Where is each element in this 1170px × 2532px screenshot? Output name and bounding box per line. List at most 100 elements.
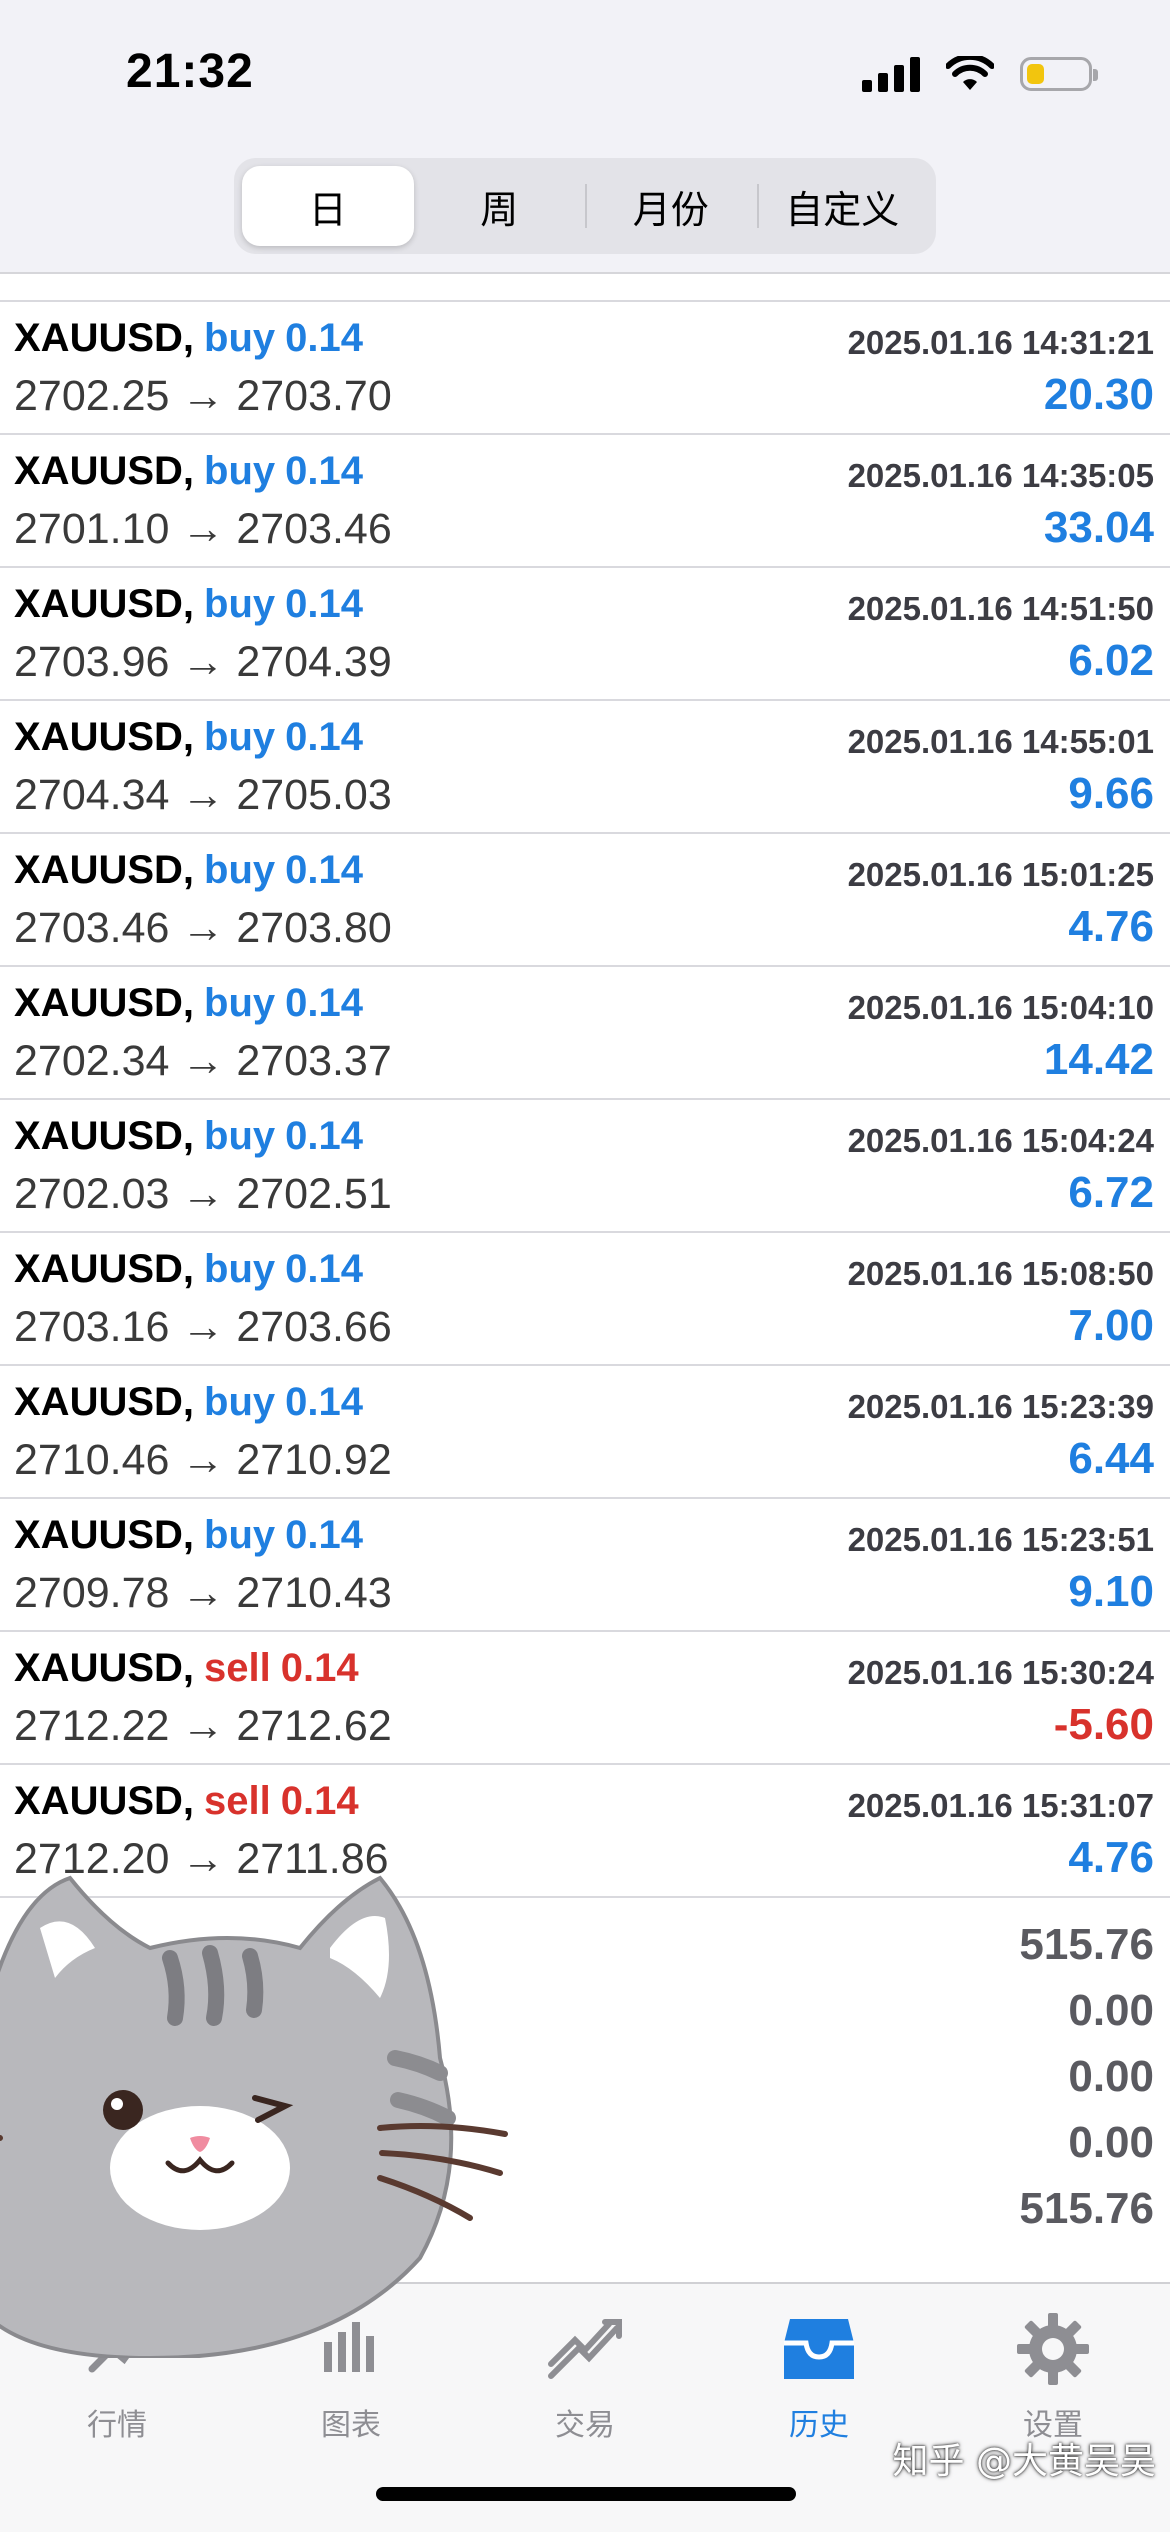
trade-rows: XAUUSD, buy 0.14 2025.01.16 14:31:21 2702.25… [0, 302, 1170, 1898]
trade-side: buy [204, 1513, 276, 1557]
trade-row[interactable]: XAUUSD, buy 0.14 2025.01.16 14:51:50 2703.96… [0, 568, 1170, 701]
trade-profit: 6.02 [1068, 636, 1154, 685]
trade-title: XAUUSD, buy 0.14 [14, 449, 363, 494]
trade-title: XAUUSD, buy 0.14 [14, 1380, 363, 1425]
trade-profit: 7.00 [1068, 1301, 1154, 1350]
trade-volume: 0.14 [285, 1114, 364, 1158]
trade-side: buy [204, 1114, 276, 1158]
trade-volume: 0.14 [285, 1380, 364, 1424]
trade-symbol: XAUUSD, [14, 1380, 195, 1424]
trade-volume: 0.14 [285, 715, 364, 759]
period-segmented-control: 日周月份 自定义 [234, 158, 936, 254]
cellular-signal-icon [862, 56, 920, 92]
battery-level [1027, 64, 1044, 84]
trade-title: XAUUSD, buy 0.14 [14, 715, 363, 760]
trade-title: XAUUSD, buy 0.14 [14, 316, 363, 361]
trade-profit: 6.72 [1068, 1168, 1154, 1217]
trade-symbol: XAUUSD, [14, 449, 195, 493]
trade-profit: 9.10 [1068, 1567, 1154, 1616]
trade-prices: 2703.46 → 2703.80 [14, 904, 392, 952]
trade-row[interactable]: XAUUSD, buy 0.14 2025.01.16 15:04:10 2702.34… [0, 967, 1170, 1100]
trade-volume: 0.14 [285, 848, 364, 892]
period-tab-2[interactable]: 月份 [585, 166, 757, 246]
summary-credit: 0.00 [1068, 1986, 1154, 2035]
tab-label: 历史 [789, 2408, 849, 2443]
home-indicator[interactable] [376, 2487, 796, 2501]
summary-balance: 515.76 [1019, 2184, 1154, 2233]
period-tab-0[interactable]: 日 [242, 166, 414, 246]
trade-symbol: XAUUSD, [14, 1646, 195, 1690]
tab-history[interactable]: 历史 [702, 2306, 936, 2446]
trade-time: 2025.01.16 14:35:05 [847, 457, 1154, 494]
trade-side: buy [204, 848, 276, 892]
trade-profit: 9.66 [1068, 769, 1154, 818]
trade-title: XAUUSD, buy 0.14 [14, 848, 363, 893]
gear-icon [1015, 2306, 1091, 2392]
trade-side: buy [204, 1380, 276, 1424]
trade-side: sell [204, 1646, 271, 1690]
history-icon [780, 2306, 858, 2392]
summary-deposit: 0.00 [1068, 2052, 1154, 2101]
trade-row[interactable]: XAUUSD, buy 0.14 2025.01.16 15:04:24 2702.03… [0, 1100, 1170, 1233]
trade-volume: 0.14 [285, 316, 364, 360]
trade-volume: 0.14 [285, 1247, 364, 1291]
trade-icon [545, 2306, 625, 2392]
cat-sticker-icon [0, 1875, 508, 2358]
trade-time: 2025.01.16 15:04:24 [847, 1122, 1154, 1159]
trade-profit: 20.30 [1043, 370, 1154, 419]
period-tab-1[interactable]: 周 [414, 166, 586, 246]
tab-gear[interactable]: 设置 [936, 2306, 1170, 2446]
trade-row[interactable]: XAUUSD, buy 0.14 2025.01.16 15:08:50 2703.16… [0, 1233, 1170, 1366]
trade-row[interactable]: XAUUSD, buy 0.14 2025.01.16 15:23:39 2710.46… [0, 1366, 1170, 1499]
trade-prices: 2702.25 → 2703.70 [14, 372, 392, 420]
trade-time: 2025.01.16 14:55:01 [847, 723, 1154, 760]
trade-row[interactable]: XAUUSD, buy 0.14 2025.01.16 14:31:21 2702.25… [0, 302, 1170, 435]
tab-label: 图表 [321, 2408, 381, 2443]
trade-row[interactable]: XAUUSD, buy 0.14 2025.01.16 15:23:51 2709.78… [0, 1499, 1170, 1632]
trade-time: 2025.01.16 14:31:21 [847, 324, 1154, 361]
trade-time: 2025.01.16 15:31:07 [847, 1787, 1154, 1824]
app-screen: 21:32 日周月份 自定义 XAUUSD, buy 0.14 2025.01.16 1… [0, 0, 1170, 2532]
trade-volume: 0.14 [280, 1646, 359, 1690]
trade-row[interactable]: XAUUSD, buy 0.14 2025.01.16 14:55:01 2704.34… [0, 701, 1170, 834]
trade-side: buy [204, 1247, 276, 1291]
trade-profit: 4.76 [1068, 902, 1154, 951]
trade-title: XAUUSD, buy 0.14 [14, 981, 363, 1026]
trade-title: XAUUSD, buy 0.14 [14, 1513, 363, 1558]
trade-prices: 2709.78 → 2710.43 [14, 1569, 392, 1617]
trade-title: XAUUSD, buy 0.14 [14, 582, 363, 627]
trade-title: XAUUSD, sell 0.14 [14, 1779, 359, 1824]
trade-volume: 0.14 [285, 582, 364, 626]
battery-icon [1020, 57, 1098, 91]
trade-profit: 6.44 [1068, 1434, 1154, 1483]
trade-symbol: XAUUSD, [14, 848, 195, 892]
trade-row[interactable]: XAUUSD, buy 0.14 2025.01.16 15:01:25 2703.46… [0, 834, 1170, 967]
period-tab-3[interactable]: 自定义 [756, 166, 929, 246]
trade-prices: 2712.22 → 2712.62 [14, 1702, 392, 1750]
trade-side: buy [204, 582, 276, 626]
trade-prices: 2703.96 → 2704.39 [14, 638, 392, 686]
trade-side: buy [204, 449, 276, 493]
trade-profit: 4.76 [1068, 1833, 1154, 1882]
trade-prices: 2710.46 → 2710.92 [14, 1436, 392, 1484]
trade-time: 2025.01.16 15:23:51 [847, 1521, 1154, 1558]
trade-prices: 2703.16 → 2703.66 [14, 1303, 392, 1351]
trade-symbol: XAUUSD, [14, 1247, 195, 1291]
trade-row[interactable]: XAUUSD, buy 0.14 2025.01.16 14:35:05 2701.10… [0, 435, 1170, 568]
header: 21:32 日周月份 自定义 [0, 0, 1170, 274]
trade-time: 2025.01.16 15:04:10 [847, 989, 1154, 1026]
tab-label: 行情 [87, 2408, 147, 2443]
trade-side: buy [204, 316, 276, 360]
trade-time: 2025.01.16 15:01:25 [847, 856, 1154, 893]
trade-row[interactable]: XAUUSD, sell 0.14 2025.01.16 15:30:24 2712.2… [0, 1632, 1170, 1765]
trade-symbol: XAUUSD, [14, 715, 195, 759]
trade-prices: 2702.34 → 2703.37 [14, 1037, 392, 1085]
status-icons [862, 56, 1098, 92]
trade-side: buy [204, 715, 276, 759]
trade-symbol: XAUUSD, [14, 582, 195, 626]
summary-profit: 515.76 [1019, 1920, 1154, 1969]
trade-volume: 0.14 [285, 981, 364, 1025]
watermark-text: 知乎 @大黄吴吴 [892, 2441, 1156, 2482]
trade-prices: 2704.34 → 2705.03 [14, 771, 392, 819]
trade-symbol: XAUUSD, [14, 1779, 195, 1823]
